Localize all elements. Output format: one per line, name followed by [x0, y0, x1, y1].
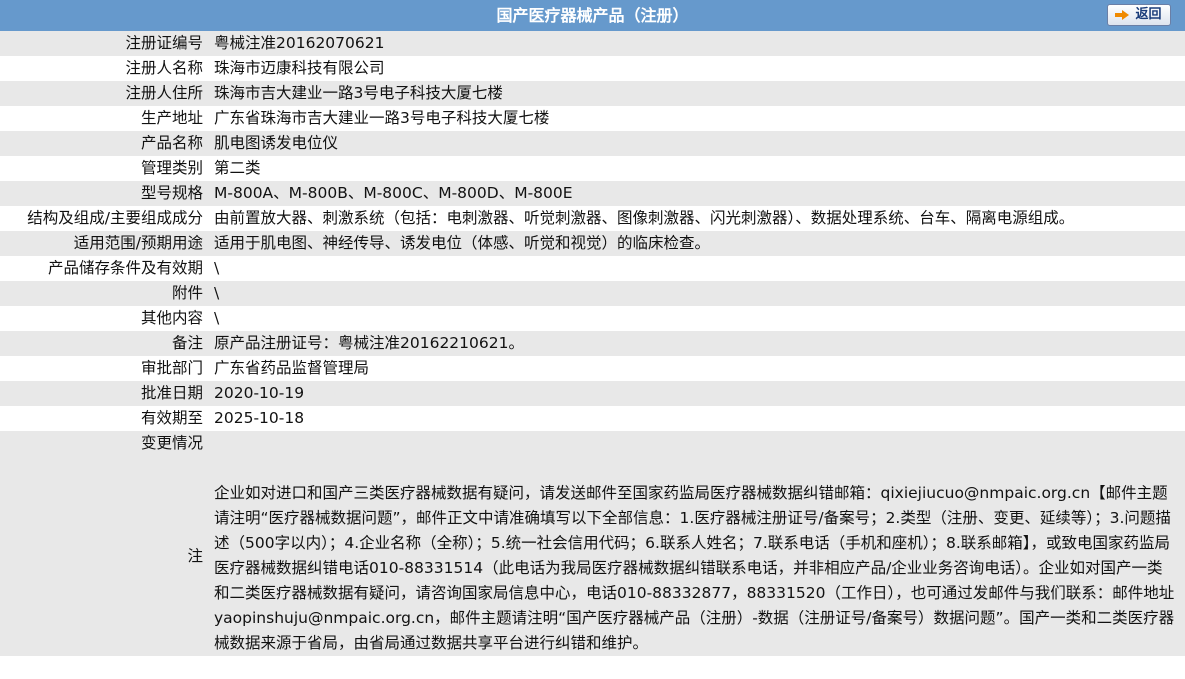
field-label: 生产地址 [140, 109, 203, 127]
field-value: 广东省药品监督管理局 [214, 359, 370, 377]
table-row: 结构及组成/主要组成成分 由前置放大器、刺激系统（包括：电刺激器、听觉刺激器、图像… [0, 206, 1185, 231]
field-value: 2020-10-19 [214, 384, 305, 402]
field-value: 肌电图诱发电位仪 [214, 134, 339, 152]
page-title: 国产医疗器械产品（注册） [496, 6, 689, 25]
field-label: 备注 [171, 334, 203, 352]
field-label: 变更情况 [140, 434, 203, 452]
note-text: 企业如对进口和国产三类医疗器械数据有疑问，请发送邮件至国家药监局医疗器械数据纠错… [214, 484, 1175, 652]
field-label: 产品名称 [140, 134, 203, 152]
note-label: 注 [187, 546, 203, 565]
table-row: 产品名称 肌电图诱发电位仪 [0, 131, 1185, 156]
table-row: 备注 原产品注册证号：粤械注准20162210621。 [0, 331, 1185, 356]
note-row: 注企业如对进口和国产三类医疗器械数据有疑问，请发送邮件至国家药监局医疗器械数据纠… [0, 456, 1185, 656]
field-label: 批准日期 [140, 384, 203, 402]
table-row: 注册人名称 珠海市迈康科技有限公司 [0, 56, 1185, 81]
field-value: \ [214, 259, 220, 277]
table-row: 有效期至 2025-10-18 [0, 406, 1185, 431]
field-value: \ [214, 284, 220, 302]
back-button-label: 返回 [1135, 7, 1162, 22]
table-row: 批准日期 2020-10-19 [0, 381, 1185, 406]
field-value: 原产品注册证号：粤械注准20162210621。 [214, 334, 524, 352]
field-value: M-800A、M-800B、M-800C、M-800D、M-800E [214, 184, 573, 202]
field-label: 有效期至 [140, 409, 203, 427]
field-value: 由前置放大器、刺激系统（包括：电刺激器、听觉刺激器、图像刺激器、闪光刺激器）、数… [214, 209, 1075, 227]
field-value: 第二类 [214, 159, 261, 177]
table-row: 型号规格 M-800A、M-800B、M-800C、M-800D、M-800E [0, 181, 1185, 206]
field-label: 结构及组成/主要组成成分 [27, 209, 203, 227]
field-label: 附件 [171, 284, 203, 302]
table-row: 适用范围/预期用途 适用于肌电图、神经传导、诱发电位（体感、听觉和视觉）的临床检查… [0, 231, 1185, 256]
field-label: 审批部门 [140, 359, 203, 377]
table-row: 审批部门 广东省药品监督管理局 [0, 356, 1185, 381]
table-row: 注册证编号 粤械注准20162070621 [0, 31, 1185, 56]
field-label: 注册证编号 [125, 34, 203, 52]
field-label: 其他内容 [140, 309, 203, 327]
field-value: 珠海市吉大建业一路3号电子科技大厦七楼 [214, 84, 503, 102]
field-label: 型号规格 [140, 184, 203, 202]
table-row: 附件 \ [0, 281, 1185, 306]
field-value: 2025-10-18 [214, 409, 305, 427]
table-row: 管理类别 第二类 [0, 156, 1185, 181]
field-label: 适用范围/预期用途 [73, 234, 203, 252]
field-label: 注册人住所 [125, 84, 203, 102]
field-value: 珠海市迈康科技有限公司 [214, 59, 385, 77]
field-label: 产品储存条件及有效期 [47, 259, 203, 277]
arrow-right-icon [1115, 10, 1130, 20]
field-value: \ [214, 309, 220, 327]
field-label: 管理类别 [140, 159, 203, 177]
field-value [214, 431, 1185, 456]
table-row: 注册人住所 珠海市吉大建业一路3号电子科技大厦七楼 [0, 81, 1185, 106]
field-value: 粤械注准20162070621 [214, 34, 385, 52]
table-row: 生产地址 广东省珠海市吉大建业一路3号电子科技大厦七楼 [0, 106, 1185, 131]
table-row: 产品储存条件及有效期 \ [0, 256, 1185, 281]
detail-table: 注册证编号 粤械注准20162070621 注册人名称 珠海市迈康科技有限公司 注册人住… [0, 31, 1185, 656]
back-button[interactable]: 返回 [1107, 4, 1171, 26]
table-row: 其他内容 \ [0, 306, 1185, 331]
table-row: 变更情况 [0, 431, 1185, 456]
page-header: 国产医疗器械产品（注册） 返回 [0, 0, 1185, 31]
field-value: 适用于肌电图、神经传导、诱发电位（体感、听觉和视觉）的临床检查。 [214, 234, 711, 252]
field-label: 注册人名称 [125, 59, 203, 77]
field-value: 广东省珠海市吉大建业一路3号电子科技大厦七楼 [214, 109, 550, 127]
